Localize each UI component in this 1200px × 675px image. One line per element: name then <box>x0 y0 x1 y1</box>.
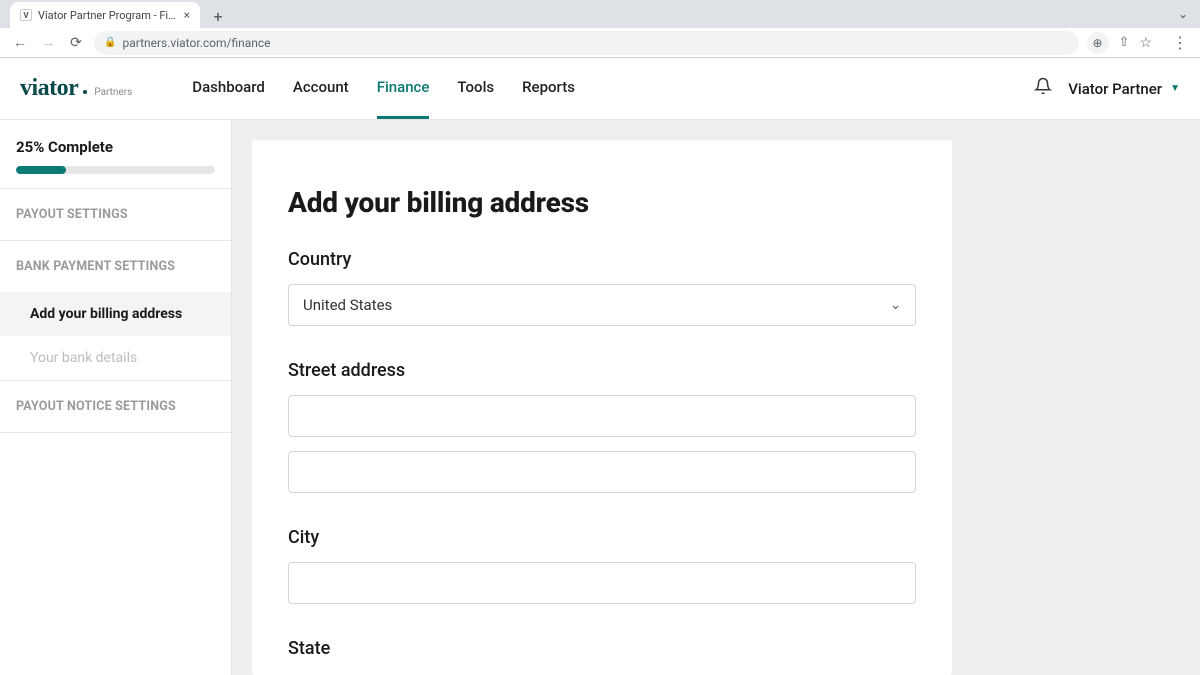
input-city[interactable] <box>288 562 916 604</box>
tabs-overflow-icon[interactable]: ⌄ <box>1178 7 1188 21</box>
reload-button[interactable]: ⟳ <box>66 35 86 51</box>
label-street: Street address <box>288 360 916 381</box>
nav-tools[interactable]: Tools <box>457 58 494 119</box>
zoom-icon[interactable]: ⊕ <box>1087 32 1109 54</box>
browser-tab[interactable]: V Viator Partner Program - Finan × <box>10 2 200 28</box>
bookmark-icon[interactable]: ☆ <box>1139 35 1152 51</box>
label-city: City <box>288 527 916 548</box>
content-area: Add your billing address Country United … <box>232 120 1200 675</box>
url-text: partners.viator.com/finance <box>122 36 270 50</box>
app-header: viator Partners Dashboard Account Financ… <box>0 58 1200 120</box>
nav-dashboard[interactable]: Dashboard <box>192 58 265 119</box>
notifications-icon[interactable] <box>1034 77 1052 100</box>
field-city: City <box>288 527 916 604</box>
form-card: Add your billing address Country United … <box>252 140 952 675</box>
forward-button[interactable]: → <box>38 34 58 51</box>
toolbar-right: ⊕ ⇧ ☆ <box>1087 32 1152 54</box>
new-tab-button[interactable]: + <box>206 4 230 28</box>
main-nav: Dashboard Account Finance Tools Reports <box>192 58 575 119</box>
label-state: State <box>288 638 916 659</box>
header-right: Viator Partner ▼ <box>1034 77 1180 100</box>
browser-tab-strip: V Viator Partner Program - Finan × + ⌄ <box>0 0 1200 28</box>
logo-text: viator <box>20 75 78 102</box>
input-street-2[interactable] <box>288 451 916 493</box>
sidebar-header-bank-payment[interactable]: BANK PAYMENT SETTINGS <box>0 241 231 292</box>
progress-block: 25% Complete <box>0 120 231 189</box>
progress-fill <box>16 166 66 174</box>
sidebar-item-billing-address[interactable]: Add your billing address <box>0 292 231 336</box>
share-icon[interactable]: ⇧ <box>1119 35 1130 50</box>
chevron-down-icon: ⌄ <box>890 298 901 313</box>
sidebar-item-bank-details[interactable]: Your bank details <box>0 336 231 381</box>
browser-menu-button[interactable]: ⋮ <box>1170 33 1190 52</box>
field-country: Country United States ⌄ <box>288 249 916 326</box>
user-menu[interactable]: Viator Partner ▼ <box>1068 80 1180 98</box>
field-street: Street address <box>288 360 916 493</box>
browser-toolbar: ← → ⟳ 🔒 partners.viator.com/finance ⊕ ⇧ … <box>0 28 1200 58</box>
address-bar[interactable]: 🔒 partners.viator.com/finance <box>94 31 1079 55</box>
tab-favicon: V <box>20 9 32 21</box>
select-country-value: United States <box>303 296 392 314</box>
nav-account[interactable]: Account <box>293 58 349 119</box>
logo-dot-icon <box>83 90 87 94</box>
progress-bar <box>16 166 215 174</box>
lock-icon: 🔒 <box>104 37 116 48</box>
sidebar: 25% Complete PAYOUT SETTINGS BANK PAYMEN… <box>0 120 232 675</box>
progress-label: 25% Complete <box>16 138 215 156</box>
select-country[interactable]: United States ⌄ <box>288 284 916 326</box>
nav-finance[interactable]: Finance <box>377 58 430 119</box>
input-street-1[interactable] <box>288 395 916 437</box>
user-name: Viator Partner <box>1068 80 1162 98</box>
tab-title: Viator Partner Program - Finan <box>38 9 178 22</box>
chevron-down-icon: ▼ <box>1170 83 1180 94</box>
logo[interactable]: viator Partners <box>20 75 132 102</box>
sidebar-header-payout-notice[interactable]: PAYOUT NOTICE SETTINGS <box>0 381 231 433</box>
app-body: 25% Complete PAYOUT SETTINGS BANK PAYMEN… <box>0 120 1200 675</box>
logo-subtext: Partners <box>94 87 132 98</box>
back-button[interactable]: ← <box>10 34 30 51</box>
page-title: Add your billing address <box>288 186 916 219</box>
nav-reports[interactable]: Reports <box>522 58 575 119</box>
label-country: Country <box>288 249 916 270</box>
sidebar-header-payout-settings[interactable]: PAYOUT SETTINGS <box>0 189 231 241</box>
field-state: State <box>288 638 916 659</box>
close-tab-icon[interactable]: × <box>184 8 190 22</box>
